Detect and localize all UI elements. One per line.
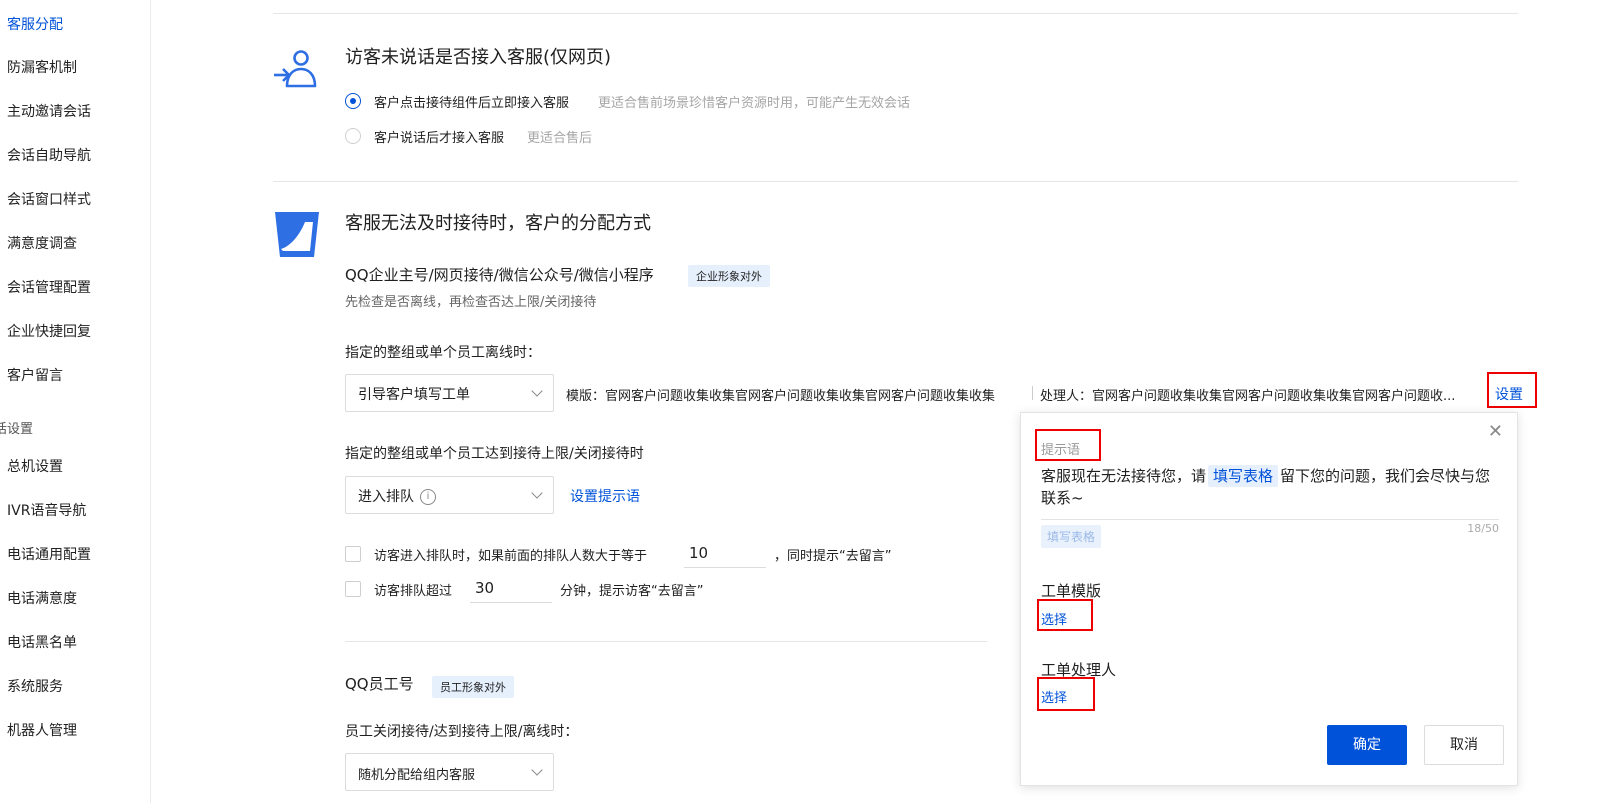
confirm-button[interactable]: 确定 [1327, 725, 1407, 765]
channels-desc: 先检查是否离线，再检查否达上限/关闭接待 [345, 295, 597, 310]
offline-action-select[interactable]: 引导客户填写工单 [345, 374, 554, 412]
chevron-down-icon [531, 385, 543, 397]
settings-sidebar: 客服分配 防漏客机制 主动邀请会话 会话自助导航 会话窗口样式 满意度调查 会话… [0, 0, 151, 803]
offline-label: 指定的整组或单个员工离线时： [345, 345, 541, 361]
staff-label: 员工关闭接待/达到接待上限/离线时： [345, 724, 579, 740]
queue-count-checkbox[interactable] [345, 546, 361, 562]
chevron-down-icon [531, 764, 543, 776]
info-icon[interactable]: i [420, 489, 436, 505]
radio-after-speak-hint: 更适合售后 [527, 131, 593, 146]
highlight-box [1035, 429, 1101, 461]
limit-label: 指定的整组或单个员工达到接待上限/关闭接待时 [345, 446, 644, 462]
sidebar-item-session-management[interactable]: 会话管理配置 [7, 277, 91, 297]
sidebar-item-phone-satisfaction[interactable]: 电话满意度 [7, 588, 77, 608]
staff-action-value: 随机分配给组内客服 [358, 768, 476, 783]
queue-check-prefix: 访客进入排队时，如果前面的排队人数大于等于 [374, 549, 648, 564]
radio-after-speak-label[interactable]: 客户说话后才接入客服 [374, 127, 504, 146]
prompt-textarea[interactable]: 客服现在无法接待您，请 填写表格 留下您的问题，我们会尽快与您联系~ [1041, 465, 1501, 509]
close-icon[interactable]: ✕ [1488, 421, 1503, 442]
radio-immediate-hint: 更适合售前场景珍惜客户资源时用，可能产生无效会话 [598, 96, 911, 111]
radio-immediate-label[interactable]: 客户点击接待组件后立即接入客服 [374, 92, 569, 111]
highlight-box [1037, 677, 1095, 711]
divider [273, 13, 1518, 14]
sidebar-item-proactive-invite[interactable]: 主动邀请会话 [7, 101, 91, 121]
sidebar-item-phone-blacklist[interactable]: 电话黑名单 [7, 632, 77, 652]
insert-form-chip[interactable]: 填写表格 [1041, 525, 1102, 548]
sidebar-item-quick-reply[interactable]: 企业快捷回复 [7, 321, 91, 341]
ticket-template-title: 工单模版 [1041, 582, 1102, 600]
highlight-box [1487, 372, 1537, 408]
setting-popup: ✕ 提示语 客服现在无法接待您，请 填写表格 留下您的问题，我们会尽快与您联系~ 填… [1020, 412, 1518, 786]
queue-check-suffix: ，同时提示“去留言” [774, 549, 892, 564]
queue-count-input[interactable]: 10 [684, 538, 766, 568]
wait-check-prefix: 访客排队超过 [374, 584, 453, 599]
offline-action-value: 引导客户填写工单 [358, 387, 470, 403]
limit-action-select[interactable]: 进入排队 i [345, 476, 554, 514]
prompt-form-tag: 填写表格 [1208, 465, 1279, 487]
sidebar-item-customer-service-allocation[interactable]: 客服分配 [7, 14, 63, 34]
sidebar-item-phone-general[interactable]: 电话通用配置 [7, 544, 91, 564]
visitor-section-title: 访客未说话是否接入客服(仅网页) [345, 47, 612, 68]
channels-title: QQ企业主号/网页接待/微信公众号/微信小程序 [345, 266, 654, 284]
sidebar-item-anti-leak[interactable]: 防漏客机制 [7, 57, 77, 77]
channels-badge: 企业形象对外 [688, 265, 770, 287]
sidebar-item-customer-message[interactable]: 客户留言 [7, 365, 63, 385]
offline-handler-text: 处理人：官网客户问题收集收集官网客户问题收集收集官网客户问题收... [1040, 389, 1456, 404]
sidebar-item-robot-management[interactable]: 机器人管理 [7, 720, 77, 740]
sidebar-item-system-service[interactable]: 系统服务 [7, 676, 63, 696]
divider [1032, 386, 1033, 400]
limit-action-text: 进入排队 [358, 489, 414, 505]
radio-immediate-connect[interactable] [345, 93, 361, 109]
prompt-text-before: 客服现在无法接待您，请 [1041, 467, 1207, 485]
cup-icon [272, 209, 322, 261]
divider [1041, 519, 1499, 520]
visitor-person-icon [272, 44, 322, 94]
sidebar-item-self-navigation[interactable]: 会话自助导航 [7, 145, 91, 165]
chevron-down-icon [531, 487, 543, 499]
sidebar-group-phone-settings: 话设置 [0, 422, 34, 437]
radio-connect-after-speak[interactable] [345, 128, 361, 144]
sidebar-item-switchboard[interactable]: 总机设置 [7, 456, 63, 476]
char-counter: 18/50 [1467, 522, 1499, 535]
staff-title: QQ员工号 [345, 675, 414, 693]
wait-check-suffix: 分钟，提示访客“去留言” [560, 584, 704, 599]
sidebar-item-ivr[interactable]: IVR语音导航 [7, 500, 86, 520]
set-prompt-link[interactable]: 设置提示语 [570, 486, 640, 506]
sidebar-item-window-style[interactable]: 会话窗口样式 [7, 189, 91, 209]
sidebar-item-satisfaction-survey[interactable]: 满意度调查 [7, 233, 77, 253]
limit-action-value: 进入排队 i [358, 486, 436, 506]
wait-time-checkbox[interactable] [345, 581, 361, 597]
offline-template-text: 模版：官网客户问题收集收集官网客户问题收集收集官网客户问题收集收集 [566, 389, 996, 404]
highlight-box [1037, 599, 1093, 631]
cancel-button[interactable]: 取消 [1424, 725, 1504, 765]
staff-badge: 员工形象对外 [432, 676, 514, 698]
divider [273, 181, 1518, 182]
assign-section-title: 客服无法及时接待时，客户的分配方式 [345, 213, 651, 234]
staff-action-select[interactable]: 随机分配给组内客服 [345, 753, 554, 791]
wait-time-input[interactable]: 30 [470, 573, 552, 603]
divider [345, 641, 987, 642]
